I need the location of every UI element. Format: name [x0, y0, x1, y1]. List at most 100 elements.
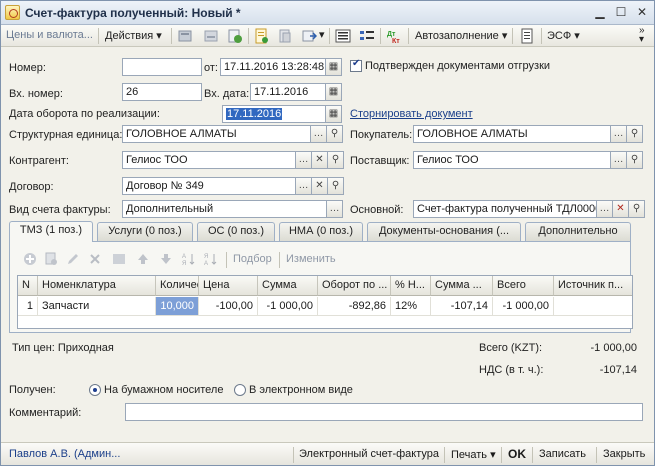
supplier-field[interactable]: Гелиос ТОО — [413, 151, 611, 169]
incoming-date-field[interactable]: 17.11.2016 — [250, 83, 326, 101]
edit-row-icon[interactable] — [65, 251, 81, 267]
select-ellipsis-button[interactable]: … — [611, 125, 627, 143]
esf-menu[interactable]: ЭСФ ▾ — [547, 29, 580, 42]
tab-tmz[interactable]: ТМЗ (1 поз.) — [9, 221, 93, 242]
actions-menu[interactable]: Действия ▾ — [105, 29, 162, 42]
table-cell[interactable]: -107,14 — [431, 297, 493, 316]
turnover-date-field[interactable]: 17.11.2016 — [222, 105, 326, 123]
search-icon[interactable]: ⚲ — [629, 200, 645, 218]
column-header[interactable]: Оборот по ... — [318, 276, 391, 296]
clear-icon[interactable]: ✕ — [613, 200, 629, 218]
column-header[interactable]: Сумма ... — [431, 276, 493, 296]
go-to-icon[interactable] — [301, 28, 317, 44]
counterparty-field[interactable]: Гелиос ТОО — [122, 151, 296, 169]
basis-field[interactable]: Счет-фактура полученный ТДЛ0000 — [413, 200, 597, 218]
more-chevron-icon[interactable]: » ▾ — [639, 26, 645, 45]
maximize-icon[interactable]: ☐ — [613, 5, 629, 20]
tab-intangible-assets[interactable]: НМА (0 поз.) — [279, 222, 363, 241]
end-edit-icon[interactable] — [111, 251, 127, 267]
column-header[interactable]: Источник п... — [554, 276, 632, 296]
buyer-field[interactable]: ГОЛОВНОЕ АЛМАТЫ — [413, 125, 611, 143]
search-icon[interactable]: ⚲ — [627, 125, 643, 143]
save-button[interactable]: Записать — [539, 448, 586, 460]
calendar-icon[interactable]: ▦ — [326, 83, 342, 101]
tab-additional[interactable]: Дополнительно — [525, 222, 631, 241]
list-icon[interactable] — [335, 28, 351, 44]
document-print-icon[interactable] — [253, 28, 269, 44]
prices-currency-button[interactable]: Цены и валюта... — [6, 29, 93, 41]
column-header[interactable]: Номенклатура — [38, 276, 156, 296]
electronic-radio[interactable] — [234, 384, 246, 396]
table-cell[interactable]: -1 000,00 — [258, 297, 318, 316]
invoice-type-field[interactable]: Дополнительный — [122, 200, 327, 218]
table-cell[interactable] — [554, 297, 632, 316]
number-field[interactable] — [122, 58, 202, 76]
select-ellipsis-button[interactable]: … — [311, 125, 327, 143]
select-ellipsis-button[interactable]: … — [327, 200, 343, 218]
paper-radio[interactable] — [89, 384, 101, 396]
post-doc-icon[interactable] — [177, 28, 193, 44]
paper-radio-label[interactable]: На бумажном носителе — [104, 384, 223, 396]
column-header[interactable]: Цена — [199, 276, 258, 296]
ok-button[interactable]: OK — [508, 447, 526, 461]
structural-unit-field[interactable]: ГОЛОВНОЕ АЛМАТЫ — [122, 125, 311, 143]
clear-icon[interactable]: ✕ — [312, 151, 328, 169]
tab-services[interactable]: Услуги (0 поз.) — [97, 222, 193, 241]
dt-kt-icon[interactable]: Дт Кт — [386, 28, 402, 44]
calendar-icon[interactable]: ▦ — [326, 58, 342, 76]
table-cell[interactable]: 12% — [391, 297, 431, 316]
close-button[interactable]: Закрыть — [603, 448, 645, 460]
unpost-doc-icon[interactable] — [203, 28, 219, 44]
current-user[interactable]: Павлов А.В. (Админ... — [9, 448, 120, 460]
table-cell[interactable]: -100,00 — [199, 297, 258, 316]
search-icon[interactable]: ⚲ — [327, 125, 343, 143]
column-header[interactable]: N — [18, 276, 38, 296]
table-cell[interactable]: 1 — [18, 297, 38, 316]
structure-icon[interactable] — [277, 28, 293, 44]
search-icon[interactable]: ⚲ — [627, 151, 643, 169]
column-header[interactable]: Всего — [493, 276, 554, 296]
comment-field[interactable] — [125, 403, 643, 421]
calendar-icon[interactable]: ▦ — [326, 105, 342, 123]
table-cell[interactable]: Запчасти — [38, 297, 156, 316]
confirmed-checkbox[interactable] — [350, 58, 362, 72]
clear-icon[interactable]: ✕ — [312, 177, 328, 195]
move-up-icon[interactable] — [135, 251, 151, 267]
column-header[interactable]: % Н... — [391, 276, 431, 296]
sort-desc-icon[interactable]: ЯA — [203, 251, 219, 267]
close-icon[interactable]: ✕ — [634, 5, 650, 20]
go-to-dropdown-icon[interactable]: ▾ — [319, 28, 325, 41]
sort-asc-icon[interactable]: AЯ — [181, 251, 197, 267]
incoming-number-field[interactable]: 26 — [122, 83, 202, 101]
storno-link[interactable]: Сторнировать документ — [350, 108, 473, 120]
table-cell[interactable]: -892,86 — [318, 297, 391, 316]
delete-row-icon[interactable] — [87, 251, 103, 267]
autofill-menu[interactable]: Автозаполнение ▾ — [415, 29, 507, 42]
selection-button[interactable]: Подбор — [233, 253, 272, 265]
select-ellipsis-button[interactable]: … — [611, 151, 627, 169]
contract-field[interactable]: Договор № 349 — [122, 177, 296, 195]
help-icon[interactable] — [519, 28, 535, 44]
column-header[interactable]: Сумма — [258, 276, 318, 296]
tab-fixed-assets[interactable]: ОС (0 поз.) — [197, 222, 275, 241]
search-icon[interactable]: ⚲ — [328, 177, 344, 195]
refresh-icon[interactable] — [227, 28, 243, 44]
move-down-icon[interactable] — [158, 251, 174, 267]
table-cell[interactable]: -1 000,00 — [493, 297, 554, 316]
change-button[interactable]: Изменить — [286, 253, 336, 265]
print-menu[interactable]: Печать ▾ — [451, 448, 496, 461]
table-cell[interactable]: 10,000 — [156, 297, 199, 316]
goods-table[interactable]: N Номенклатура Количес... Цена Сумма Обо… — [17, 275, 633, 329]
column-header[interactable]: Количес... — [156, 276, 199, 296]
subordinate-list-icon[interactable] — [359, 28, 375, 44]
electronic-invoice-button[interactable]: Электронный счет-фактура — [299, 448, 439, 460]
minimize-icon[interactable]: ▁ — [592, 5, 608, 20]
select-ellipsis-button[interactable]: … — [296, 151, 312, 169]
search-icon[interactable]: ⚲ — [328, 151, 344, 169]
electronic-radio-label[interactable]: В электронном виде — [249, 384, 353, 396]
tab-basis-documents[interactable]: Документы-основания (... — [367, 222, 521, 241]
add-row-icon[interactable] — [22, 251, 38, 267]
from-datetime-field[interactable]: 17.11.2016 13:28:48 — [220, 58, 326, 76]
copy-row-icon[interactable] — [43, 251, 59, 267]
select-ellipsis-button[interactable]: … — [597, 200, 613, 218]
